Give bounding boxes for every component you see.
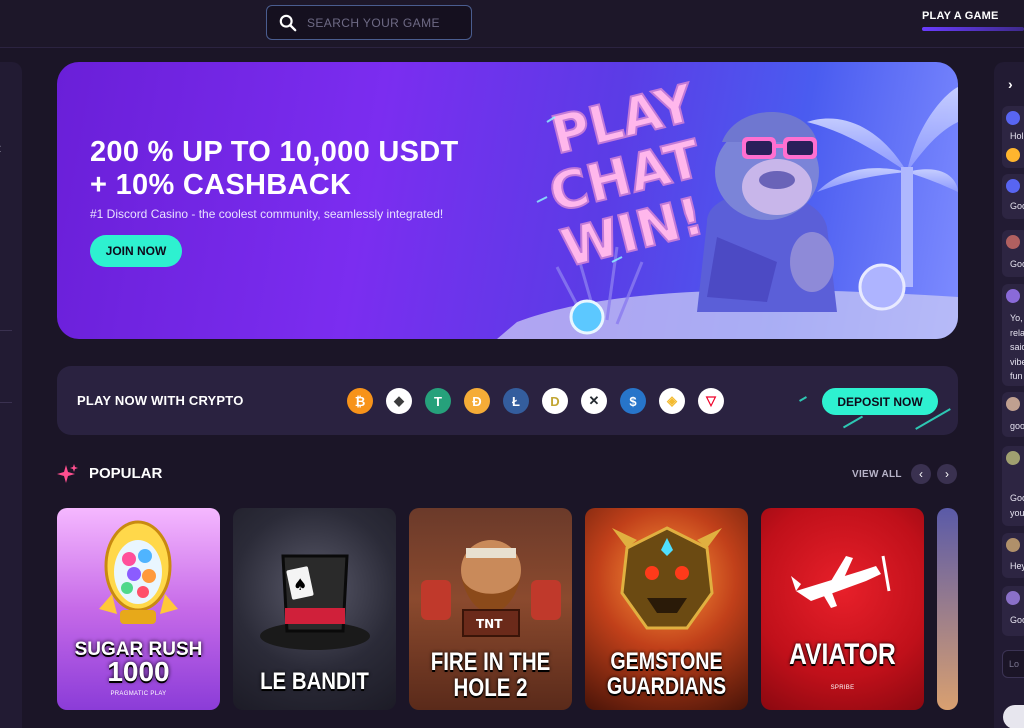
- game-card-fire-in-the-hole[interactable]: TNT FIRE IN THE HOLE 2: [409, 508, 572, 710]
- game-card-partial[interactable]: [937, 508, 958, 710]
- search-icon: [279, 14, 297, 31]
- svg-text:TNT: TNT: [476, 617, 503, 631]
- chat-message: Hol: [1002, 106, 1024, 168]
- sparkle-icon: [57, 464, 78, 483]
- game-card-le-bandit[interactable]: ♠ LE BANDIT: [233, 508, 396, 710]
- chat-message-text: said: [1010, 342, 1024, 352]
- chat-message: Goo: [1002, 586, 1024, 636]
- deposit-now-button[interactable]: DEPOSIT NOW: [822, 388, 938, 415]
- usdc-icon: $: [620, 388, 646, 414]
- chat-message: Yo, rela said vibe fun: [1002, 284, 1024, 386]
- game-title: GEMSTONE: [610, 648, 723, 675]
- discord-avatar: [1006, 179, 1020, 193]
- chat-message-text: Yo,: [1010, 313, 1023, 323]
- active-tab-indicator: [922, 27, 1024, 31]
- chat-message: Hey: [1002, 533, 1024, 578]
- chat-message: Goo: [1002, 230, 1024, 277]
- dogecoin-icon: D: [542, 388, 568, 414]
- user-avatar: [1006, 235, 1020, 249]
- game-title: LE BANDIT: [260, 668, 369, 695]
- chat-message-text: Goo: [1010, 201, 1024, 211]
- game-card-aviator[interactable]: AVIATOR SPRIBE: [761, 508, 924, 710]
- chat-message-text: Hol: [1010, 131, 1024, 141]
- airplane-art: [791, 555, 891, 608]
- chat-input-placeholder: Lo: [1009, 659, 1020, 669]
- join-now-button[interactable]: JOIN NOW: [90, 235, 182, 267]
- sidebar-divider: [0, 330, 12, 331]
- chat-message-text: Goo: [1010, 259, 1024, 269]
- left-sidebar-collapsed: ‹: [0, 62, 22, 728]
- chat-message-text: Goo: [1010, 615, 1024, 625]
- tab-play-a-game[interactable]: PLAY A GAME: [922, 10, 999, 22]
- discord-avatar: [1006, 111, 1020, 125]
- svg-text:♠: ♠: [293, 575, 307, 594]
- game-card-gemstone-guardians[interactable]: GEMSTONE GUARDIANS: [585, 508, 748, 710]
- chat-message: goo: [1002, 392, 1024, 437]
- top-hat-art: ♠: [260, 554, 370, 650]
- game-title: HOLE 2: [453, 674, 528, 702]
- game-provider: PRAGMATIC PLAY: [110, 691, 167, 697]
- dragon-mask-art: [612, 526, 722, 630]
- carousel-next-button[interactable]: ›: [937, 464, 957, 484]
- chat-message-text: rela: [1010, 328, 1024, 338]
- decoration: [842, 415, 864, 429]
- popular-section-title: POPULAR: [89, 465, 163, 482]
- game-provider: SPRIBE: [830, 685, 855, 691]
- chat-message-text: Goo: [1010, 493, 1024, 503]
- chat-message-text: vibe: [1010, 357, 1024, 367]
- game-title: FIRE IN THE: [430, 648, 551, 676]
- crypto-coin-list: ₿ ◆ T Ð Ł D ✕ $ ◈ ▽: [347, 388, 724, 414]
- game-title: AVIATOR: [789, 638, 896, 671]
- decoration: [799, 396, 807, 402]
- crypto-payment-strip: PLAY NOW WITH CRYPTO ₿ ◆ T Ð Ł D ✕ $ ◈ ▽…: [57, 366, 958, 435]
- user-avatar: [1006, 289, 1020, 303]
- search-box[interactable]: [266, 5, 472, 40]
- hero-illustration: PLAY CHAT WIN!: [497, 72, 958, 339]
- dwarf-miner-art: TNT: [421, 540, 561, 637]
- user-avatar: [1006, 591, 1020, 605]
- chat-message-text: Hey: [1010, 561, 1024, 571]
- xrp-icon: ✕: [581, 388, 607, 414]
- ethereum-icon: ◆: [386, 388, 412, 414]
- chat-message: Goo you: [1002, 446, 1024, 526]
- chat-panel: › Hol Goo Goo Yo, rela said vibe fun goo…: [994, 62, 1024, 728]
- chat-message: Goo: [1002, 174, 1024, 219]
- hero-headline-line1: 200 % UP TO 10,000 USDT: [90, 136, 459, 168]
- chat-message-text: goo: [1010, 421, 1024, 431]
- game-card-sugar-rush[interactable]: SUGAR RUSH 1000 PRAGMATIC PLAY: [57, 508, 220, 710]
- gumball-machine-art: [99, 520, 178, 624]
- game-title: 1000: [107, 656, 170, 687]
- chevron-right-icon[interactable]: ›: [1008, 76, 1013, 92]
- chat-send-button[interactable]: [1003, 705, 1024, 728]
- hero-headline: 200 % UP TO 10,000 USDT + 10% CASHBACK: [90, 136, 459, 202]
- chevron-left-icon[interactable]: ‹: [0, 140, 1, 158]
- view-all-link[interactable]: VIEW ALL: [852, 469, 902, 480]
- dai-icon: Ð: [464, 388, 490, 414]
- top-bar: PLAY A GAME: [0, 0, 1024, 48]
- bnb-icon: ◈: [659, 388, 685, 414]
- chat-message-text: fun: [1010, 371, 1023, 381]
- emoji-icon: [1006, 148, 1020, 162]
- carousel-prev-button[interactable]: ‹: [911, 464, 931, 484]
- chat-input[interactable]: Lo: [1002, 650, 1024, 678]
- crypto-label: PLAY NOW WITH CRYPTO: [77, 393, 244, 408]
- game-title: GUARDIANS: [606, 673, 727, 700]
- sidebar-divider: [0, 402, 12, 403]
- tron-icon: ▽: [698, 388, 724, 414]
- hero-subtitle: #1 Discord Casino - the coolest communit…: [90, 207, 444, 221]
- user-avatar: [1006, 451, 1020, 465]
- search-input[interactable]: [307, 15, 467, 30]
- litecoin-icon: Ł: [503, 388, 529, 414]
- chat-message-text: you: [1010, 508, 1024, 518]
- bitcoin-icon: ₿: [347, 388, 373, 414]
- user-avatar: [1006, 397, 1020, 411]
- user-avatar: [1006, 538, 1020, 552]
- tether-icon: T: [425, 388, 451, 414]
- hero-headline-line2: + 10% CASHBACK: [90, 169, 352, 201]
- promo-banner[interactable]: PLAY CHAT WIN! 200 % UP TO 10,000 USDT +…: [57, 62, 958, 339]
